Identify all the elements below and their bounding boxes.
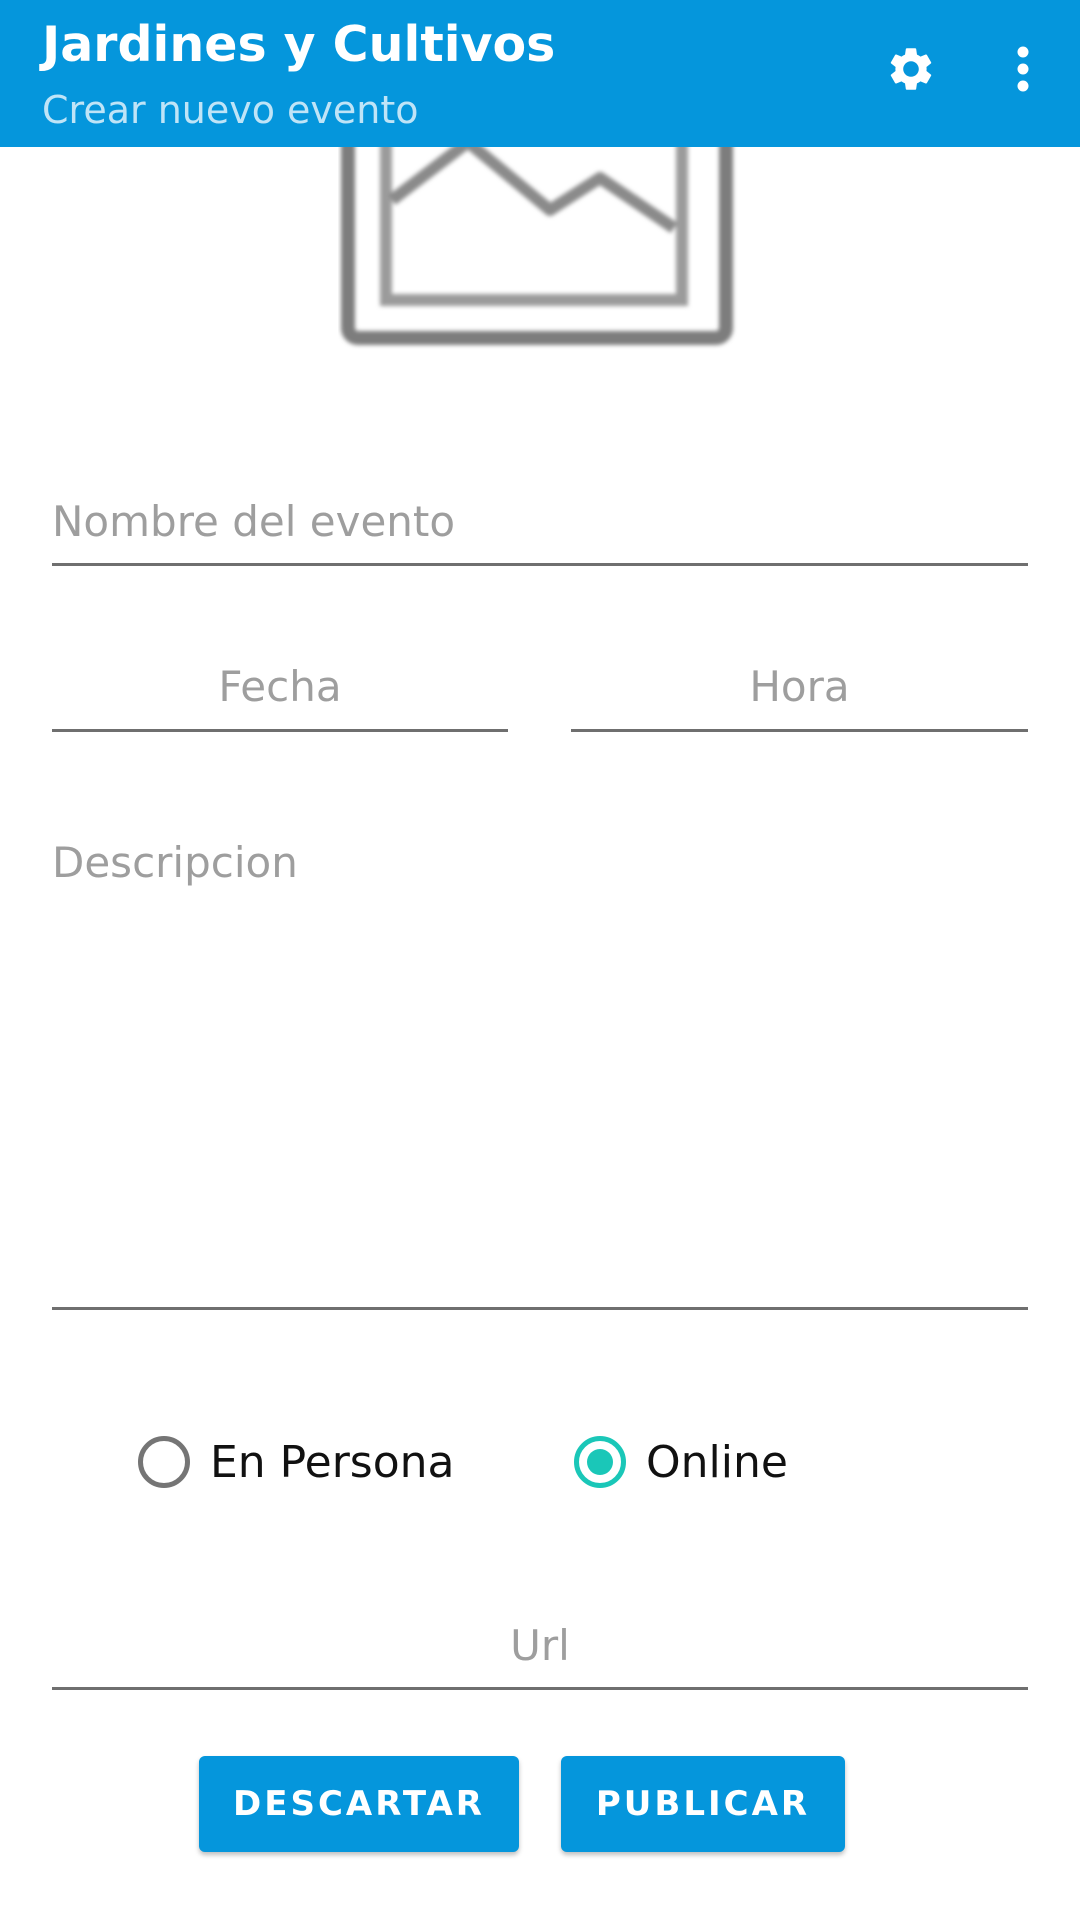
event-description-input[interactable]: [52, 830, 1028, 1310]
settings-button[interactable]: [876, 36, 946, 106]
radio-online[interactable]: Online: [574, 1430, 788, 1494]
radio-checked-icon: [574, 1436, 626, 1488]
app-subtitle: Crear nuevo evento: [42, 88, 419, 132]
radio-en-persona[interactable]: En Persona: [138, 1430, 455, 1494]
publish-button[interactable]: PUBLICAR: [561, 1756, 845, 1852]
event-url-input[interactable]: [52, 1614, 1028, 1690]
radio-dot: [587, 1449, 613, 1475]
radio-unchecked-icon: [138, 1436, 190, 1488]
app-title: Jardines y Cultivos: [42, 16, 556, 73]
discard-button[interactable]: DESCARTAR: [199, 1756, 519, 1852]
image-placeholder-icon: [338, 63, 740, 360]
create-event-screen: Jardines y Cultivos Crear nuevo evento N…: [0, 0, 1080, 1920]
radio-label-online: Online: [646, 1436, 788, 1488]
gear-icon: [885, 43, 937, 99]
overflow-menu-button[interactable]: [988, 36, 1058, 106]
radio-label-en-persona: En Persona: [210, 1436, 455, 1488]
event-time-input[interactable]: [571, 654, 1028, 732]
event-name-input[interactable]: [52, 490, 1028, 566]
more-vert-icon: [1016, 45, 1030, 97]
event-date-input[interactable]: [52, 654, 508, 732]
app-bar: Jardines y Cultivos Crear nuevo evento: [0, 0, 1080, 147]
